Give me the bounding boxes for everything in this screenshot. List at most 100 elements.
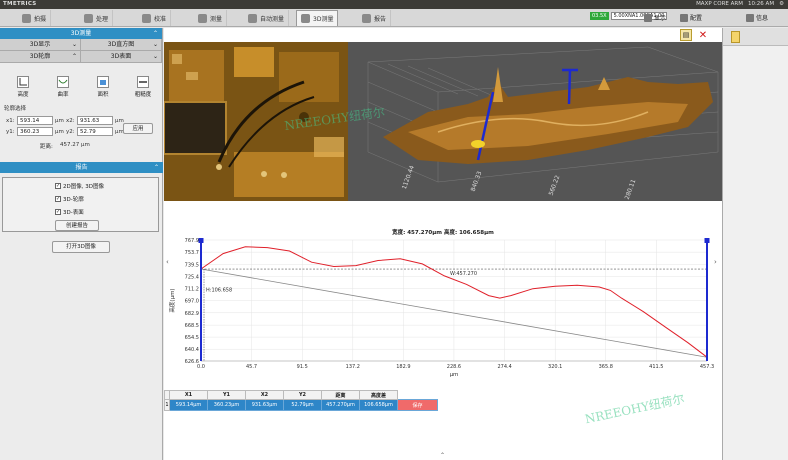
y-tick-label: 654.5: [185, 335, 199, 341]
subsection-3d-display[interactable]: 3D显示 ⌄: [0, 39, 81, 50]
x-tick-label: 457.3: [700, 364, 714, 370]
distance-label: 距离:: [40, 144, 53, 150]
y-tick-label: 739.5: [185, 262, 199, 268]
config-icon: [680, 13, 688, 22]
tab-capture[interactable]: 拍摄: [18, 10, 52, 26]
subsection-3d-histogram[interactable]: 3D直方图 ⌄: [81, 39, 162, 50]
x1-input[interactable]: 593.14: [17, 116, 53, 125]
y1-unit: μm: [55, 129, 64, 135]
tool-roughness[interactable]: 粗糙度: [128, 76, 158, 98]
table-row[interactable]: 1 593.14μm 360.23μm 931.63μm 52.79μm 457…: [164, 399, 438, 411]
column-header: 距离: [321, 390, 360, 400]
table-cell: 52.79μm: [283, 399, 322, 411]
report-options: ✓ 2D图像, 3D图像 ✓ 3D-轮廓 ✓ 3D-表面 创建报告: [2, 177, 159, 232]
right-panel-header: [723, 28, 788, 46]
tab-auto-measure[interactable]: 自动测量: [244, 10, 290, 26]
width-annotation: W:457.270: [450, 271, 477, 277]
chevron-up-icon[interactable]: ⌃: [440, 452, 445, 459]
open-3d-image-button[interactable]: 打开3D图像: [52, 241, 110, 253]
subsection-row-2: 3D轮廓 ⌃ 3D表面 ⌄: [0, 51, 162, 63]
y-tick-label: 626.6: [185, 359, 199, 365]
camera-icon: [22, 13, 31, 23]
3d-image-view[interactable]: 1120.44 840.33 560.22 280.11: [348, 42, 722, 201]
column-header: 高度差: [359, 390, 398, 400]
folder-icon[interactable]: [731, 31, 740, 43]
right-cursor-handle: [704, 238, 710, 243]
watermark: NREEOHY纽荷尔: [583, 391, 686, 427]
profile-chart[interactable]: 0.0 45.7 91.5 137.2 182.9 228.6 274.4 320.1 365.…: [164, 236, 722, 386]
y2-label: y2:: [66, 129, 75, 135]
profile-select-label: 轮廓选择: [4, 106, 27, 112]
x1-label: x1:: [6, 118, 15, 124]
x-tick-label: 91.5: [297, 364, 308, 370]
chevron-down-icon: ⌄: [152, 53, 158, 60]
table-cell: 931.63μm: [245, 399, 284, 411]
x-tick-label: 320.1: [548, 364, 562, 370]
auto-measure-icon: [248, 13, 257, 23]
row-save-button[interactable]: 保存: [397, 399, 438, 411]
y1-input[interactable]: 360.23: [17, 127, 53, 136]
subsection-3d-surface[interactable]: 3D表面 ⌄: [81, 51, 162, 62]
process-icon: [84, 13, 93, 23]
profile-header: 宽度: 457.270μm 高度: 106.658μm: [392, 230, 494, 236]
section-report[interactable]: 报告 ⌃: [0, 162, 163, 173]
app-title: TMETRICS: [3, 1, 37, 7]
y-tick-label: 668.5: [185, 323, 199, 329]
check-3d-profile[interactable]: ✓ 3D-轮廓: [55, 195, 84, 203]
calibrate-icon: [142, 13, 151, 23]
apply-button[interactable]: 应用: [123, 123, 153, 134]
config-button[interactable]: 配置: [680, 12, 702, 23]
profile-tools: 高度 曲率 面积 粗糙度: [8, 76, 158, 98]
column-header: Y2: [283, 390, 322, 400]
tab-report[interactable]: 报告: [358, 10, 392, 26]
subsection-3d-profile[interactable]: 3D轮廓 ⌃: [0, 51, 81, 62]
main-view: ▤ ✕ 1120.44 840.33 560.22 280.11 宽度: 457…: [164, 28, 722, 460]
tab-calibrate[interactable]: 校准: [138, 10, 172, 26]
checkbox-checked-icon: ✓: [55, 209, 61, 215]
tab-process[interactable]: 处理: [80, 10, 114, 26]
x-tick-label: 274.4: [497, 364, 511, 370]
tool-height[interactable]: 高度: [8, 76, 38, 98]
x-tick-label: 365.8: [599, 364, 613, 370]
measure-icon: [198, 13, 207, 23]
chevron-up-icon: ⌃: [153, 164, 159, 171]
y-tick-label: 725.4: [185, 274, 199, 280]
y-tick-label: 753.7: [185, 250, 199, 256]
check-2d-3d-image[interactable]: ✓ 2D图像, 3D图像: [55, 182, 104, 190]
section-3d-measure[interactable]: 3D测量 ⌃: [0, 28, 162, 39]
tool-area[interactable]: 面积: [88, 76, 118, 98]
curvature-icon: [57, 76, 69, 88]
checkbox-checked-icon: ✓: [55, 183, 61, 189]
tab-measure[interactable]: 测量: [194, 10, 228, 26]
chevron-up-icon: ⌃: [71, 53, 77, 60]
chevron-down-icon: ⌄: [71, 41, 77, 48]
x2-input[interactable]: 931.63: [77, 116, 113, 125]
y-tick-label: 640.4: [185, 347, 199, 353]
info-button[interactable]: 信息: [746, 12, 768, 23]
create-report-button[interactable]: 创建报告: [55, 220, 99, 231]
tab-3d-measure[interactable]: 3D测量: [296, 10, 339, 26]
x-tick-label: 45.7: [246, 364, 257, 370]
y-tick-label: 711.2: [185, 287, 199, 293]
x-tick-label: 411.5: [649, 364, 663, 370]
column-header: X1: [169, 390, 208, 400]
save-icon[interactable]: ▤: [680, 29, 692, 41]
title-bar: TMETRICS MAXP CORE ARM 10:26 AM ⚙: [0, 0, 788, 9]
y2-input[interactable]: 52.79: [77, 127, 113, 136]
system-indicators: MAXP CORE ARM 10:26 AM ⚙: [696, 1, 784, 7]
roughness-icon: [137, 76, 149, 88]
x1-unit: μm: [55, 118, 64, 124]
table-header-row: X1 Y1 X2 Y2 距离 高度差: [164, 390, 438, 400]
y-tick-label: 697.0: [185, 299, 199, 305]
check-3d-surface[interactable]: ✓ 3D-表面: [55, 208, 84, 216]
display-button[interactable]: 显示: [644, 12, 666, 23]
settings-icon[interactable]: ⚙: [779, 1, 784, 7]
clock: 10:26 AM: [747, 1, 775, 7]
subsection-row-1: 3D显示 ⌄ 3D直方图 ⌄: [0, 39, 162, 51]
view-controls: ▤ ✕: [680, 29, 709, 41]
tool-curvature[interactable]: 曲率: [48, 76, 78, 98]
close-icon[interactable]: ✕: [697, 29, 709, 41]
x-axis-label: μm: [450, 372, 459, 378]
x-tick-label: 137.2: [346, 364, 360, 370]
x-tick-label: 228.6: [447, 364, 461, 370]
